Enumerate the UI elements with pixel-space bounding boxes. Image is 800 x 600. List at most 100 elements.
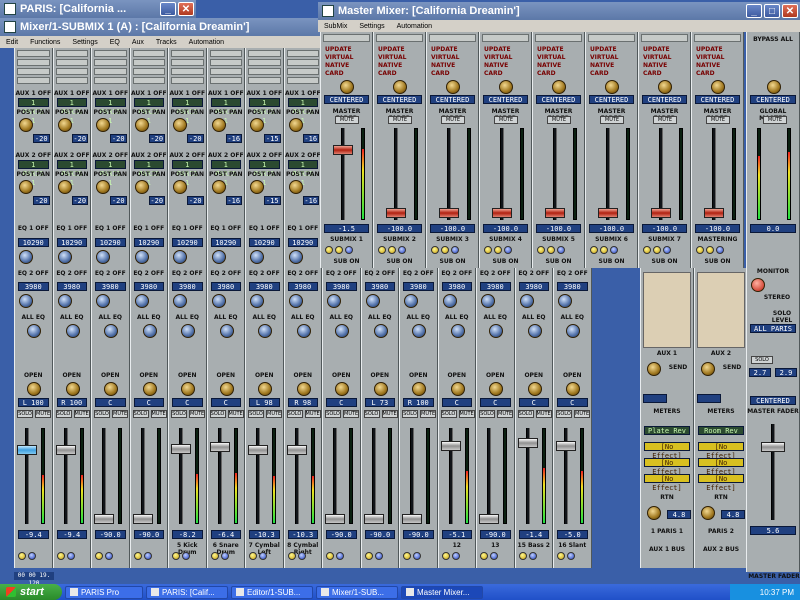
eq2-label[interactable]: EQ 2 OFF xyxy=(516,270,553,277)
eq1-knob[interactable] xyxy=(134,250,149,264)
pan-knob[interactable] xyxy=(296,382,311,396)
eq1-freq[interactable]: 10290 xyxy=(95,238,126,247)
fader-value[interactable]: -6.4 xyxy=(210,530,241,539)
menu-settings[interactable]: Settings xyxy=(359,23,384,30)
plugin-bypass-slot[interactable] xyxy=(429,34,476,42)
mute-button[interactable]: MUTE xyxy=(227,410,244,418)
fader-value[interactable]: -5.1 xyxy=(441,530,472,539)
plugin-bypass-slot[interactable] xyxy=(55,50,88,57)
eq2-label[interactable]: EQ 2 OFF xyxy=(169,270,206,277)
all-eq-label[interactable]: ALL EQ xyxy=(439,314,476,321)
solo-button[interactable]: SOLO xyxy=(479,410,495,418)
fader-value[interactable]: -8.2 xyxy=(172,530,203,539)
mute-button[interactable]: MUTE xyxy=(494,116,518,124)
all-eq-label[interactable]: ALL EQ xyxy=(362,314,399,321)
mute-button[interactable]: MUTE xyxy=(343,410,359,418)
centered-display-2[interactable]: CENTERED xyxy=(750,396,796,405)
pan-value[interactable]: L 100 xyxy=(18,398,49,407)
mute-button[interactable]: MUTE xyxy=(497,410,513,418)
fader-cap[interactable] xyxy=(402,514,422,524)
eq-gain-knob[interactable] xyxy=(335,324,349,338)
aux1-label[interactable]: AUX 1 OFF xyxy=(131,90,168,97)
eq1-knob[interactable] xyxy=(250,250,264,264)
rec-led-icon[interactable] xyxy=(287,552,296,560)
pan-knob[interactable] xyxy=(104,382,118,396)
eq-gain-knob[interactable] xyxy=(566,324,580,338)
eq1-label[interactable]: EQ 1 OFF xyxy=(15,225,52,232)
aux2-send-knob[interactable] xyxy=(19,180,33,194)
auto-led-icon[interactable] xyxy=(182,552,190,560)
eq1-freq[interactable]: 10290 xyxy=(249,238,280,247)
pan-knob[interactable] xyxy=(65,382,80,396)
open-label[interactable]: OPEN xyxy=(400,372,437,379)
auto-led-icon[interactable] xyxy=(413,552,421,560)
mute-button[interactable]: MUTE xyxy=(73,410,90,418)
sub-led-icon[interactable] xyxy=(388,246,396,254)
aux-send-knob[interactable] xyxy=(288,118,303,132)
fader-cap[interactable] xyxy=(209,442,230,453)
auto-led-icon[interactable] xyxy=(398,246,406,254)
eq1-label[interactable]: EQ 1 OFF xyxy=(285,225,322,232)
fader-value[interactable]: -90.0 xyxy=(480,530,511,539)
eq2-freq[interactable]: 3980 xyxy=(172,282,203,291)
aux-pan-lcd[interactable] xyxy=(697,394,721,403)
eq2-knob[interactable] xyxy=(288,294,303,308)
aux2-send-knob[interactable] xyxy=(211,180,226,194)
fader-cap[interactable] xyxy=(598,208,618,218)
eq2-label[interactable]: EQ 2 OFF xyxy=(400,270,437,277)
solo-button[interactable]: SOLO xyxy=(402,410,418,418)
rtn-knob[interactable] xyxy=(647,506,661,520)
aux1-label[interactable]: AUX 1 OFF xyxy=(54,90,91,97)
auto-led-icon[interactable] xyxy=(451,246,459,254)
auto-led-icon[interactable] xyxy=(297,552,306,560)
eq1-label[interactable]: EQ 1 OFF xyxy=(208,225,245,232)
open-label[interactable]: OPEN xyxy=(323,372,360,379)
centered-display[interactable]: CENTERED xyxy=(695,95,740,104)
plugin-bypass-slot[interactable] xyxy=(55,68,88,75)
auto-led-icon[interactable] xyxy=(663,246,671,254)
plugin-bypass-slot[interactable] xyxy=(94,68,127,75)
all-eq-label[interactable]: ALL EQ xyxy=(169,314,206,321)
paris-routing[interactable]: 1 PARIS 1 xyxy=(287,98,318,125)
fader-cap[interactable] xyxy=(333,144,353,155)
pan-knob[interactable] xyxy=(658,80,672,94)
pan-value[interactable]: C xyxy=(95,398,126,407)
eq1-knob[interactable] xyxy=(96,250,110,264)
eq-gain-knob[interactable] xyxy=(412,324,426,338)
menu-automation[interactable]: Automation xyxy=(397,23,432,30)
fader-value[interactable]: -100.0 xyxy=(430,224,475,233)
aux1-label[interactable]: AUX 1 OFF xyxy=(246,90,283,97)
effect-slot[interactable]: [No Effect] xyxy=(698,442,744,460)
close-button[interactable]: ✕ xyxy=(178,2,194,16)
pan-knob[interactable] xyxy=(412,382,426,396)
pan-knob[interactable] xyxy=(552,80,566,94)
rtn-value[interactable]: 4.8 xyxy=(721,510,745,519)
solo-button[interactable]: SOLO xyxy=(132,410,149,418)
master-fader-track[interactable] xyxy=(771,424,775,520)
eq2-label[interactable]: EQ 2 OFF xyxy=(323,270,360,277)
plugin-bypass-slot[interactable] xyxy=(171,59,204,66)
fader-value[interactable]: -90.0 xyxy=(133,530,164,539)
eq1-freq[interactable]: 10290 xyxy=(287,238,318,247)
menu-automation[interactable]: Automation xyxy=(189,39,224,46)
fader-cap[interactable] xyxy=(386,208,406,218)
sub-on-led-icon[interactable] xyxy=(643,246,651,254)
all-eq-label[interactable]: ALL EQ xyxy=(516,314,553,321)
aux1-label[interactable]: AUX 1 OFF xyxy=(208,90,245,97)
plugin-bypass-slot[interactable] xyxy=(209,50,242,57)
submix-window-titlebar[interactable]: Mixer/1-SUBMIX 1 (A) : [California Dream… xyxy=(0,18,320,36)
sub-on-led-icon[interactable] xyxy=(696,246,704,254)
open-label[interactable]: OPEN xyxy=(54,372,91,379)
paris-routing-2[interactable]: 1 PARIS 1 xyxy=(18,160,49,187)
fader-cap[interactable] xyxy=(556,440,576,451)
eq-gain-knob[interactable] xyxy=(373,324,388,338)
plugin-bypass-slot[interactable] xyxy=(286,68,319,75)
centered-display[interactable]: CENTERED xyxy=(483,95,528,104)
open-label[interactable]: OPEN xyxy=(362,372,399,379)
pan-knob[interactable] xyxy=(335,382,349,396)
rtn-knob[interactable] xyxy=(701,506,715,520)
open-label[interactable]: OPEN xyxy=(131,372,168,379)
plugin-bypass-slot[interactable] xyxy=(94,50,127,57)
aux2-label[interactable]: AUX 2 OFF xyxy=(208,152,245,159)
pan-knob[interactable] xyxy=(499,80,513,94)
